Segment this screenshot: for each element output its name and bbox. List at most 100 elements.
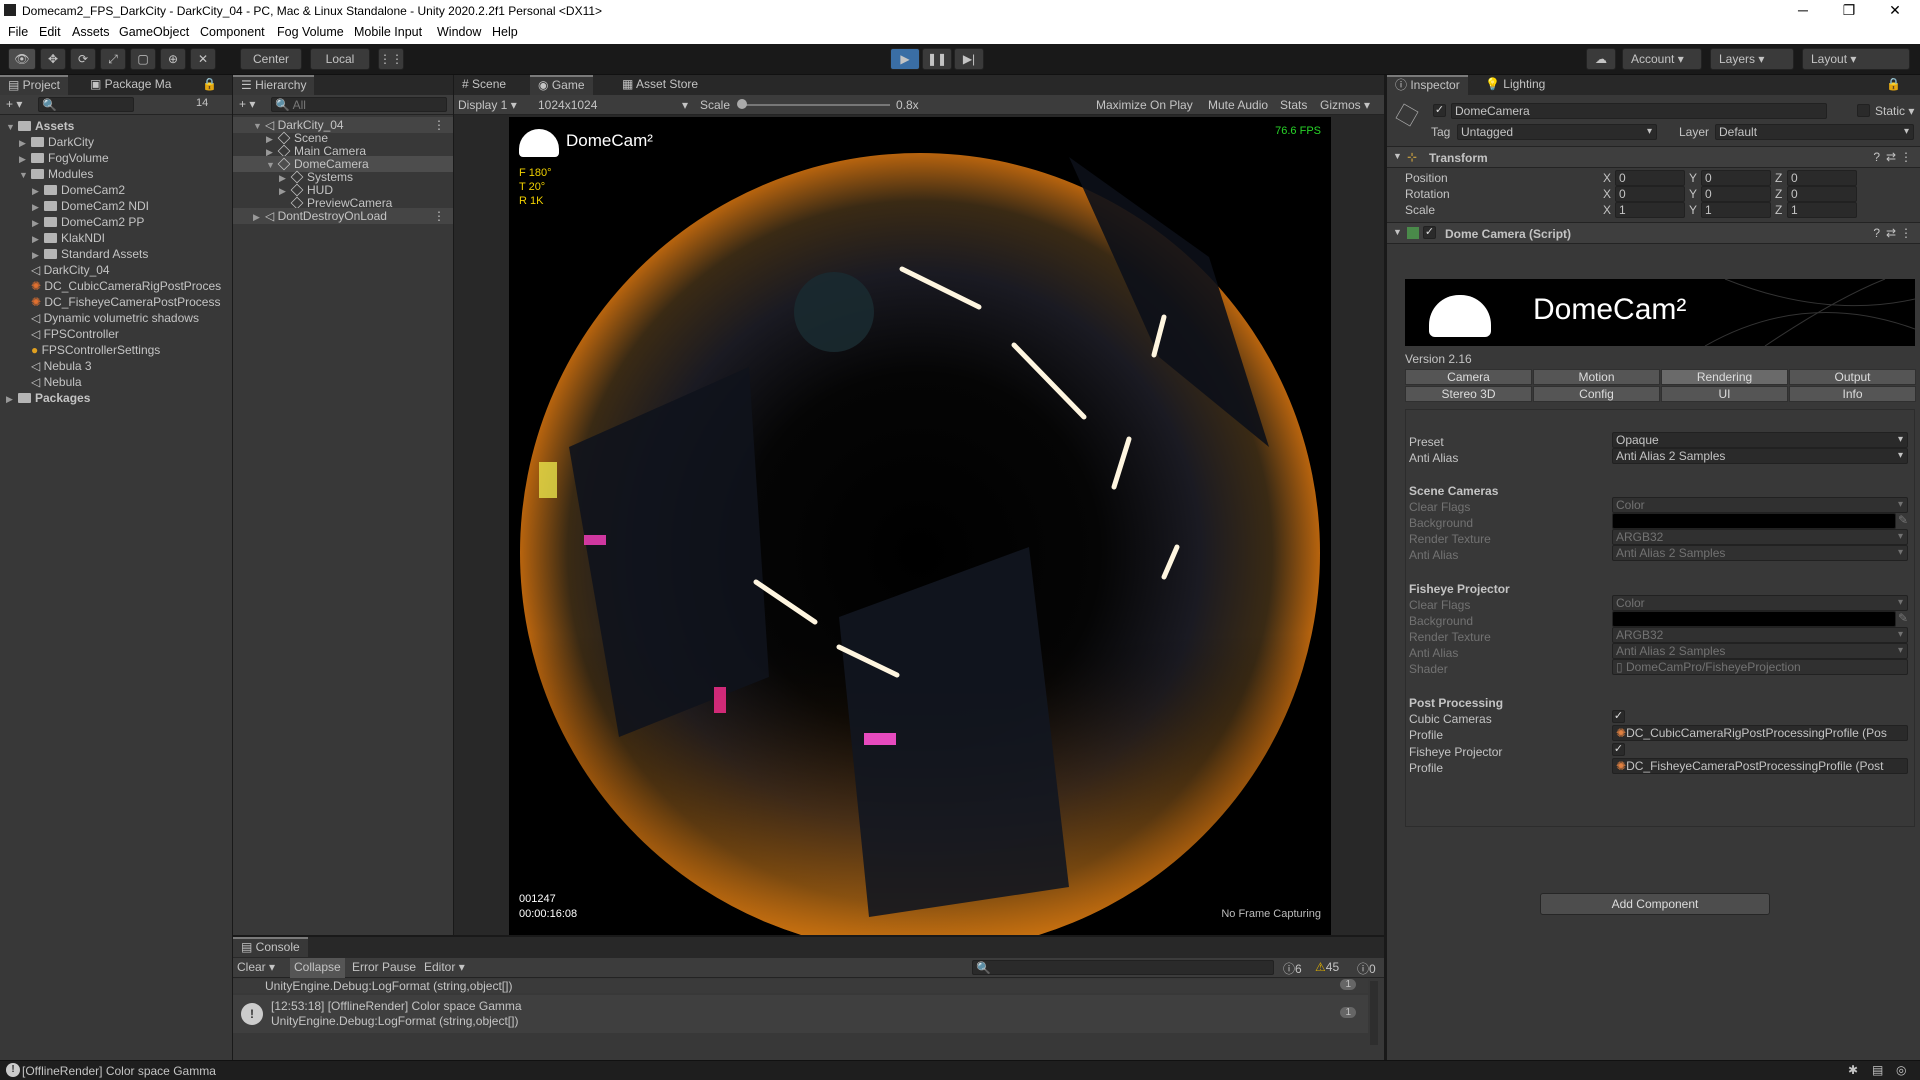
fisheye-pp-checkbox[interactable]: ✓ xyxy=(1612,743,1625,756)
transform-rotation-y-field[interactable]: 0 xyxy=(1701,186,1771,202)
pivot-local-button[interactable]: Local xyxy=(310,48,370,70)
game-viewport[interactable]: DomeCam² 76.6 FPS F 180° T 20° R 1K 0012… xyxy=(509,117,1331,935)
collapse-toggle[interactable]: Collapse xyxy=(290,958,345,978)
context-menu-icon[interactable]: ⋮ xyxy=(1900,150,1912,164)
editor-dropdown[interactable]: Editor ▾ xyxy=(424,960,465,974)
tab-stereo-3d[interactable]: Stereo 3D xyxy=(1405,386,1532,402)
play-button[interactable]: ▶ xyxy=(890,48,920,70)
project-item[interactable]: ▶ DarkCity xyxy=(19,134,94,150)
cubic-profile-field[interactable]: ✺DC_CubicCameraRigPostProcessingProfile … xyxy=(1612,725,1908,741)
close-icon[interactable]: ✕ xyxy=(1872,0,1918,22)
axis-x-label[interactable]: X xyxy=(1603,187,1611,201)
cloud-icon[interactable]: ☁ xyxy=(1586,48,1616,70)
transform-header[interactable]: ▼ ⊹ Transform ? ⇄ ⋮ xyxy=(1387,146,1920,168)
menu-gameobject[interactable]: GameObject xyxy=(119,25,189,39)
transform-position-y-field[interactable]: 0 xyxy=(1701,170,1771,186)
tab-package-manager[interactable]: ▣ Package Ma xyxy=(82,75,179,95)
tab-project[interactable]: ▤ Project xyxy=(0,75,69,95)
account-dropdown[interactable]: Account ▾ xyxy=(1622,48,1702,70)
display-dropdown[interactable]: Display 1 ▾ xyxy=(458,98,517,112)
transform-scale-z-field[interactable]: 1 xyxy=(1787,202,1857,218)
tab-camera[interactable]: Camera xyxy=(1405,369,1532,385)
project-item[interactable]: ▶ DomeCam2 PP xyxy=(32,214,144,230)
project-item[interactable]: ◁ Nebula 3 xyxy=(19,358,92,374)
lighting-progress-icon[interactable]: ▤ xyxy=(1872,1063,1883,1077)
preset-dropdown[interactable]: Opaque xyxy=(1612,432,1908,448)
foldout-arrow-icon[interactable]: ▶ xyxy=(253,209,265,225)
project-item[interactable]: ✺ DC_CubicCameraRigPostProces xyxy=(19,278,221,294)
tab-console[interactable]: ▤ Console xyxy=(233,937,308,957)
resolution-dropdown[interactable]: 1024x1024 ▾ xyxy=(538,98,688,112)
scene-menu-icon[interactable]: ⋮ xyxy=(433,208,445,224)
transform-tool-icon[interactable]: ⊕ xyxy=(160,48,186,70)
tab-asset-store[interactable]: ▦ Asset Store xyxy=(614,75,706,95)
create-button[interactable]: + ▾ xyxy=(6,97,22,111)
tab-motion[interactable]: Motion xyxy=(1533,369,1660,385)
object-name-field[interactable]: DomeCamera xyxy=(1451,103,1827,119)
stats-toggle[interactable]: Stats xyxy=(1280,98,1307,112)
menu-window[interactable]: Window xyxy=(437,25,481,39)
preset-icon[interactable]: ⇄ xyxy=(1886,226,1896,240)
project-item[interactable]: ◁ FPSController xyxy=(19,326,119,342)
hierarchy-create-button[interactable]: + ▾ xyxy=(239,97,255,111)
warn-count-toggle[interactable]: ⚠45 xyxy=(1315,960,1339,974)
menu-file[interactable]: File xyxy=(8,25,28,39)
project-item[interactable]: ▼ Modules xyxy=(19,166,93,182)
transform-position-z-field[interactable]: 0 xyxy=(1787,170,1857,186)
tab-config[interactable]: Config xyxy=(1533,386,1660,402)
project-item[interactable]: ▼ Assets xyxy=(6,118,74,134)
pause-button[interactable]: ❚❚ xyxy=(922,48,952,70)
scale-tool-icon[interactable]: ⤢ xyxy=(100,48,126,70)
project-item[interactable]: ▶ Standard Assets xyxy=(32,246,148,262)
tab-scene[interactable]: # Scene xyxy=(454,75,514,95)
layer-dropdown[interactable]: Default xyxy=(1715,124,1914,140)
preset-icon[interactable]: ⇄ xyxy=(1886,150,1896,164)
transform-scale-x-field[interactable]: 1 xyxy=(1615,202,1685,218)
project-item[interactable]: ▶ DomeCam2 NDI xyxy=(32,198,149,214)
fisheye-profile-field[interactable]: ✺DC_FisheyeCameraPostProcessingProfile (… xyxy=(1612,758,1908,774)
active-checkbox[interactable]: ✓ xyxy=(1433,104,1446,117)
view-tool-icon[interactable]: 👁 xyxy=(8,48,36,70)
project-search-input[interactable]: 🔍 xyxy=(38,97,134,112)
menu-component[interactable]: Component xyxy=(200,25,265,39)
expanded-arrow-icon[interactable]: ▼ xyxy=(6,119,18,135)
collapsed-arrow-icon[interactable]: ▶ xyxy=(32,199,44,215)
pivot-center-button[interactable]: Center xyxy=(240,48,302,70)
help-icon[interactable]: ? xyxy=(1873,226,1880,240)
rect-tool-icon[interactable]: ▢ xyxy=(130,48,156,70)
static-dropdown[interactable]: Static ▾ xyxy=(1875,104,1914,118)
menu-assets[interactable]: Assets xyxy=(72,25,110,39)
rotate-tool-icon[interactable]: ⟳ xyxy=(70,48,96,70)
project-item[interactable]: ▶ DomeCam2 xyxy=(32,182,125,198)
step-button[interactable]: ▶| xyxy=(954,48,984,70)
inspector-lock-icon[interactable]: 🔒 xyxy=(1878,75,1909,95)
lock-icon[interactable]: 🔒 xyxy=(194,75,225,95)
layers-dropdown[interactable]: Layers ▾ xyxy=(1710,48,1794,70)
console-scrollbar[interactable] xyxy=(1370,981,1378,1045)
context-menu-icon[interactable]: ⋮ xyxy=(1900,226,1912,240)
project-item[interactable]: ▶ FogVolume xyxy=(19,150,109,166)
project-item[interactable]: ▶ Packages xyxy=(6,390,90,406)
console-entry[interactable]: UnityEngine.Debug:LogFormat (string,obje… xyxy=(233,979,1368,993)
clear-button[interactable]: Clear ▾ xyxy=(237,960,275,974)
help-icon[interactable]: ? xyxy=(1873,150,1880,164)
collapsed-arrow-icon[interactable]: ▶ xyxy=(19,135,31,151)
axis-x-label[interactable]: X xyxy=(1603,171,1611,185)
console-entry[interactable]: ! [12:53:18] [OfflineRender] Color space… xyxy=(233,995,1368,1033)
menu-fog-volume[interactable]: Fog Volume xyxy=(277,25,344,39)
collapsed-arrow-icon[interactable]: ▶ xyxy=(32,231,44,247)
anti-alias-dropdown[interactable]: Anti Alias 2 Samples xyxy=(1612,448,1908,464)
maximize-icon[interactable]: ❐ xyxy=(1826,0,1872,22)
tab-info[interactable]: Info xyxy=(1789,386,1916,402)
add-component-button[interactable]: Add Component xyxy=(1540,893,1770,915)
axis-z-label[interactable]: Z xyxy=(1775,187,1782,201)
axis-y-label[interactable]: Y xyxy=(1689,203,1697,217)
tab-output[interactable]: Output xyxy=(1789,369,1916,385)
cache-server-icon[interactable]: ◎ xyxy=(1896,1063,1906,1077)
maximize-on-play-toggle[interactable]: Maximize On Play xyxy=(1096,98,1193,112)
grid-snap-icon[interactable]: ⋮⋮ xyxy=(378,48,404,70)
move-tool-icon[interactable]: ✥ xyxy=(40,48,66,70)
collapsed-arrow-icon[interactable]: ▶ xyxy=(6,391,18,407)
tag-dropdown[interactable]: Untagged xyxy=(1457,124,1657,140)
transform-position-x-field[interactable]: 0 xyxy=(1615,170,1685,186)
